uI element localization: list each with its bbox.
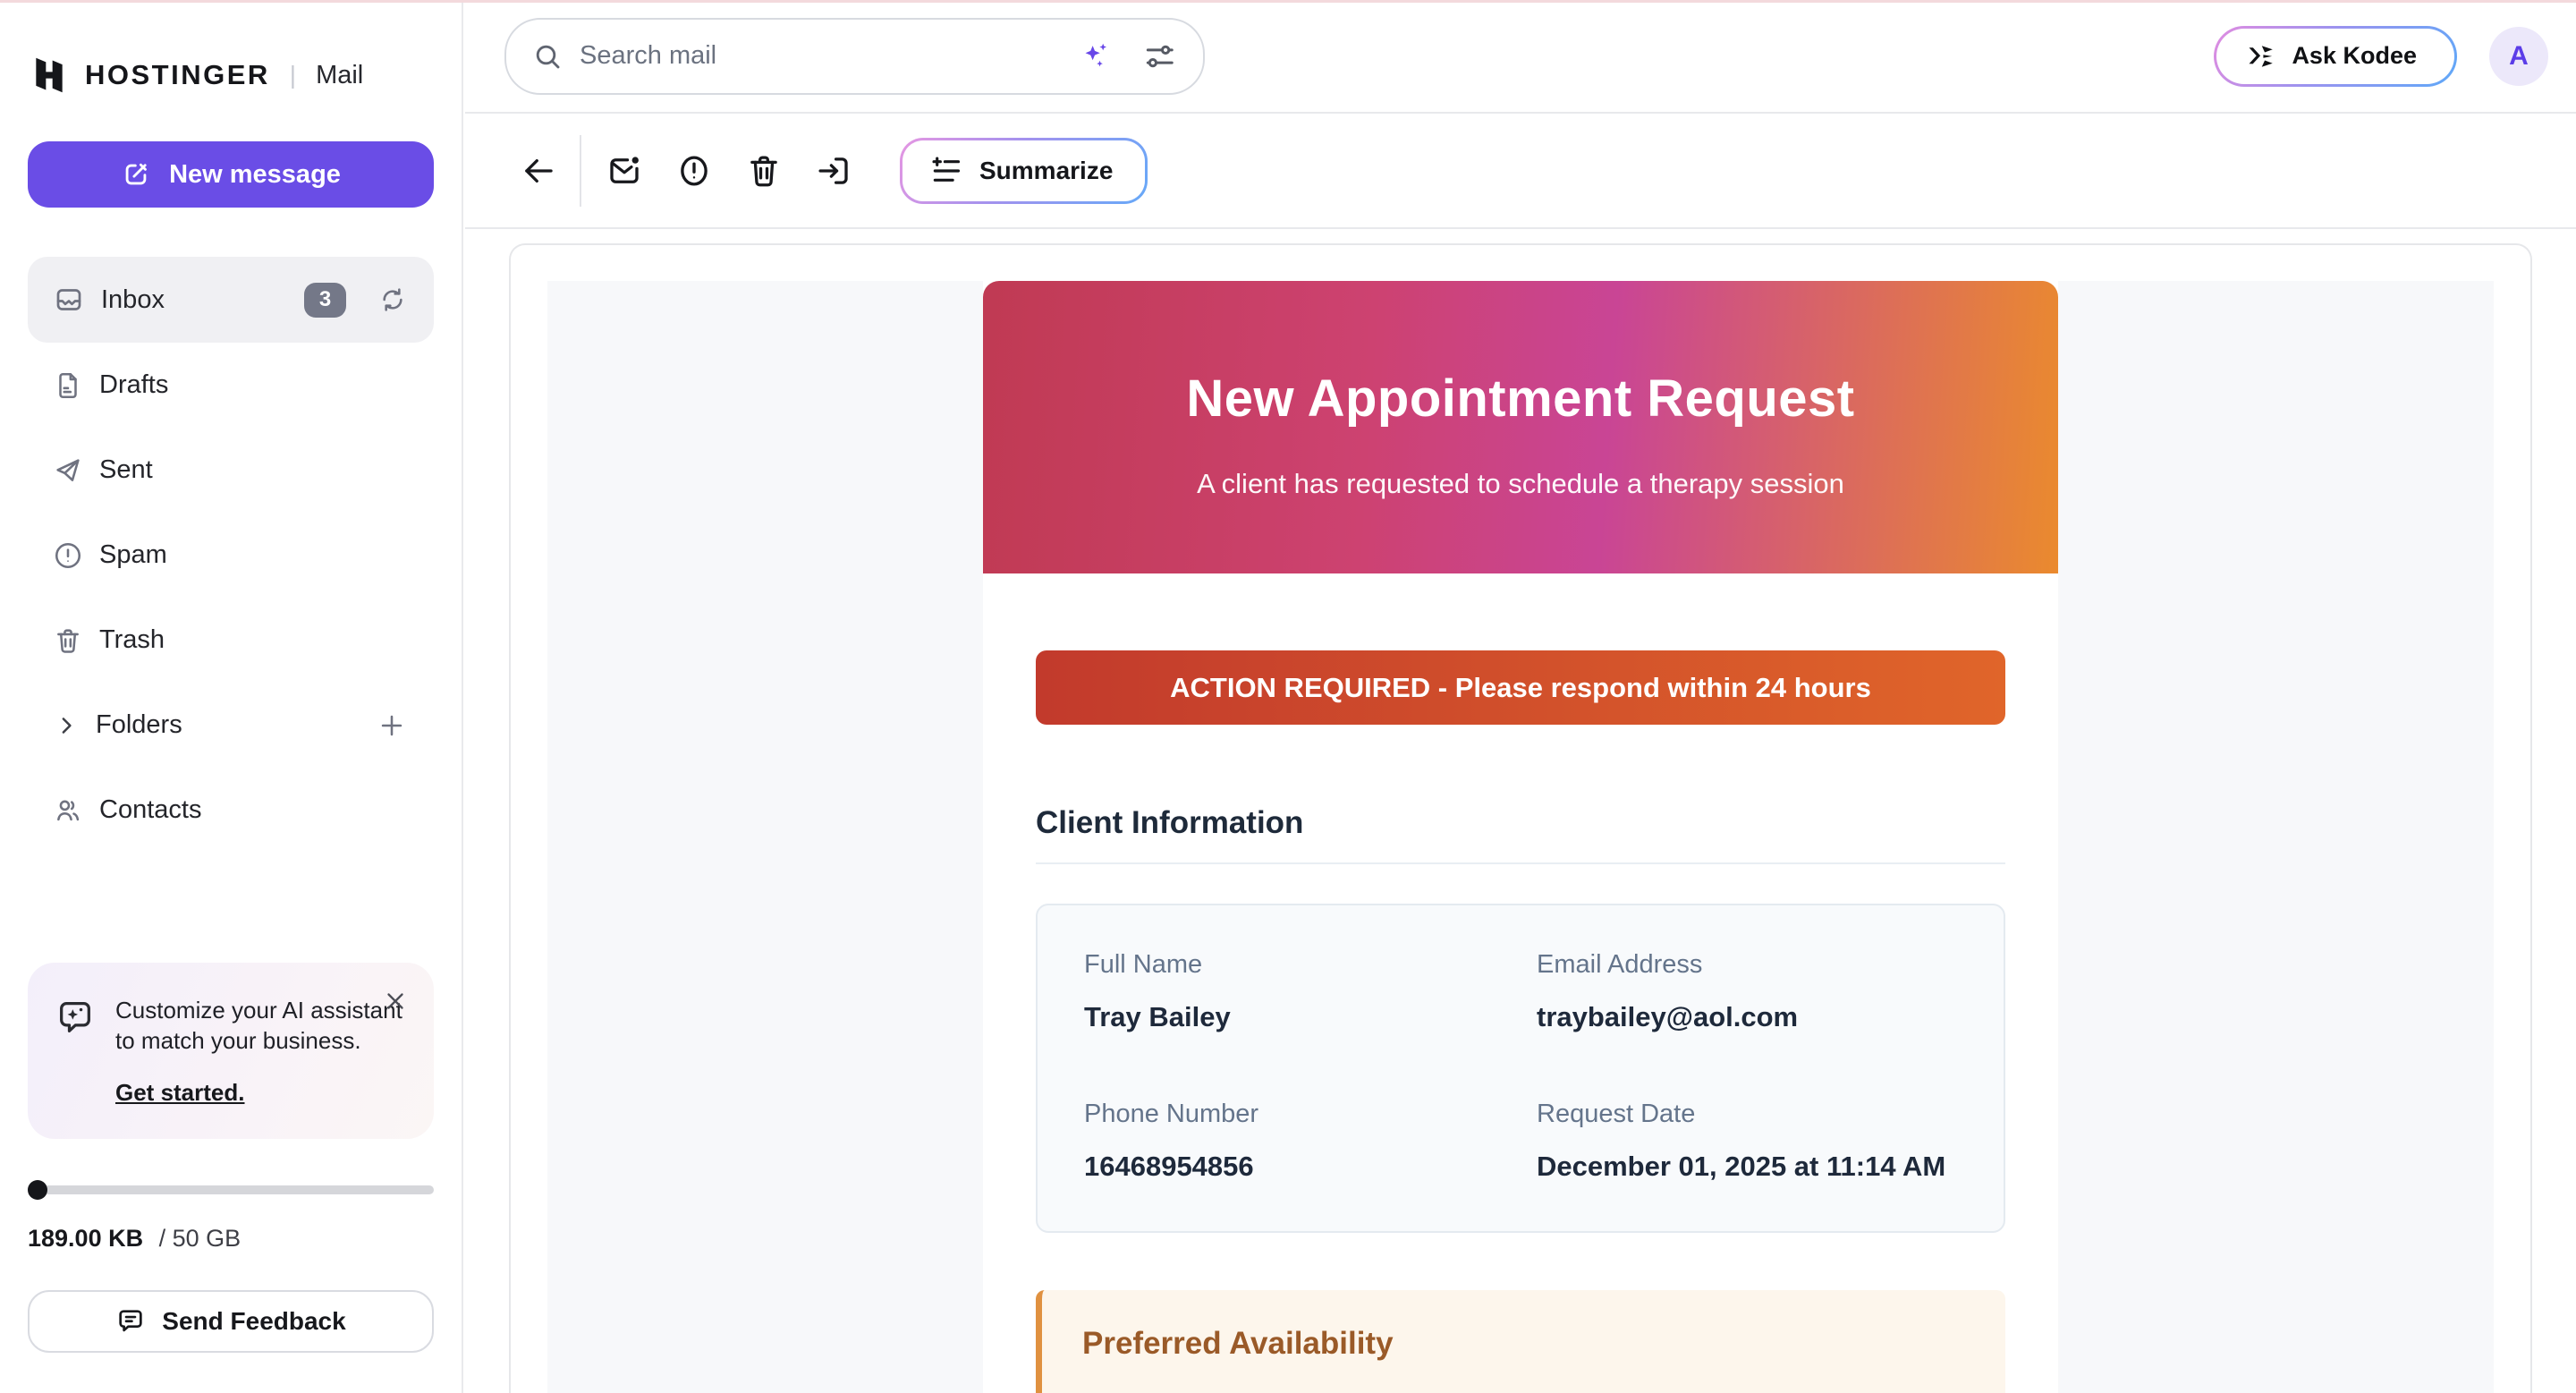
email-body: ACTION REQUIRED - Please respond within … <box>983 573 2058 1393</box>
trash-icon <box>53 625 83 656</box>
field-value: 16468954856 <box>1084 1151 1537 1183</box>
add-folder-icon[interactable] <box>377 710 407 741</box>
preferred-availability-panel: Preferred Availability Dates:Dec 06, 202… <box>1036 1290 2005 1393</box>
ask-kodee-label: Ask Kodee <box>2292 42 2417 70</box>
get-started-link[interactable]: Get started. <box>115 1079 245 1107</box>
sidebar-item-label: Folders <box>96 710 182 740</box>
inbox-icon <box>53 284 85 316</box>
report-spam-button[interactable] <box>674 151 714 191</box>
field-full-name: Full Name Tray Bailey <box>1084 950 1537 1033</box>
field-value: Tray Bailey <box>1084 1001 1537 1033</box>
email-subtitle: A client has requested to schedule a the… <box>983 468 2058 500</box>
inbox-unread-badge: 3 <box>304 283 346 318</box>
ai-sparkles-icon[interactable] <box>1078 39 1112 73</box>
field-label: Request Date <box>1537 1100 1957 1129</box>
sidebar-item-inbox[interactable]: Inbox 3 <box>28 257 434 343</box>
sidebar-item-folders[interactable]: Folders <box>28 683 434 768</box>
field-label: Phone Number <box>1084 1100 1537 1129</box>
document-icon <box>53 370 83 401</box>
hostinger-mail-app: HOSTINGER | Mail New message <box>0 0 2576 1393</box>
sidebar-item-label: Inbox <box>101 285 165 315</box>
main-area: Ask Kodee A <box>465 0 2576 1393</box>
compose-icon <box>121 159 151 190</box>
sidebar-item-contacts[interactable]: Contacts <box>28 768 434 853</box>
field-email-address: Email Address traybailey@aol.com <box>1537 950 1957 1033</box>
client-information-heading: Client Information <box>1036 805 2005 864</box>
field-value: December 01, 2025 at 11:14 AM <box>1537 1151 1957 1183</box>
new-message-label: New message <box>169 160 341 190</box>
sidebar-item-trash[interactable]: Trash <box>28 598 434 683</box>
ai-promo-text: Customize your AI assistant to match you… <box>115 993 403 1056</box>
storage-usage-bar <box>28 1180 434 1200</box>
action-required-banner: ACTION REQUIRED - Please respond within … <box>1036 650 2005 725</box>
sidebar-item-label: Sent <box>99 455 153 485</box>
message-panel: New Appointment Request A client has req… <box>509 243 2532 1393</box>
field-label: Email Address <box>1537 950 1957 980</box>
brand-product: Mail <box>316 61 363 90</box>
client-information-card: Full Name Tray Bailey Email Address tray… <box>1036 904 2005 1233</box>
contacts-icon <box>53 795 83 826</box>
message-toolbar: Summarize <box>465 114 2576 229</box>
mark-unread-button[interactable] <box>605 151 644 191</box>
chevron-right-icon <box>53 712 80 739</box>
sidebar-item-spam[interactable]: Spam <box>28 513 434 598</box>
move-to-folder-button[interactable] <box>814 151 853 191</box>
sidebar-item-sent[interactable]: Sent <box>28 428 434 513</box>
top-accent-line <box>0 0 2576 3</box>
storage-used-dot <box>28 1180 47 1200</box>
sidebar-item-drafts[interactable]: Drafts <box>28 343 434 428</box>
sidebar-item-label: Contacts <box>99 795 201 825</box>
storage-used-value: 189.00 KB <box>28 1225 143 1252</box>
email-scroll-viewport[interactable]: New Appointment Request A client has req… <box>547 281 2494 1393</box>
content-area: New Appointment Request A client has req… <box>465 229 2576 1393</box>
alert-circle-icon <box>53 540 83 571</box>
new-message-button[interactable]: New message <box>28 141 434 208</box>
email-title: New Appointment Request <box>983 369 2058 429</box>
chat-sparkle-icon <box>55 997 96 1107</box>
field-request-date: Request Date December 01, 2025 at 11:14 … <box>1537 1100 1957 1183</box>
storage-total-value: / 50 GB <box>159 1225 242 1252</box>
email-hero-header: New Appointment Request A client has req… <box>983 281 2058 573</box>
logo[interactable]: HOSTINGER | Mail <box>28 55 434 95</box>
storage-track <box>44 1185 434 1194</box>
ai-assistant-promo-card: Customize your AI assistant to match you… <box>28 963 434 1139</box>
close-icon[interactable] <box>382 988 409 1015</box>
sidebar-item-label: Drafts <box>99 370 168 400</box>
search-icon <box>531 40 564 72</box>
storage-usage-text: 189.00 KB / 50 GB <box>28 1225 434 1253</box>
send-feedback-button[interactable]: Send Feedback <box>28 1290 434 1353</box>
email-message: New Appointment Request A client has req… <box>983 281 2058 1393</box>
toolbar-divider <box>580 135 581 207</box>
account-avatar[interactable]: A <box>2489 27 2548 86</box>
search-bar[interactable] <box>504 18 1205 95</box>
field-value: traybailey@aol.com <box>1537 1001 1957 1033</box>
top-header: Ask Kodee A <box>465 0 2576 114</box>
filter-sliders-icon[interactable] <box>1142 39 1176 73</box>
summarize-button[interactable]: Summarize <box>900 138 1148 204</box>
summarize-icon <box>929 154 963 188</box>
kodee-icon <box>2245 40 2277 72</box>
sidebar-bottom: Customize your AI assistant to match you… <box>28 963 434 1353</box>
delete-button[interactable] <box>744 151 784 191</box>
refresh-icon[interactable] <box>378 285 407 314</box>
search-input[interactable] <box>580 41 1062 71</box>
summarize-label: Summarize <box>979 157 1113 185</box>
paper-plane-icon <box>53 455 83 486</box>
field-phone-number: Phone Number 16468954856 <box>1084 1100 1537 1183</box>
sidebar-item-label: Spam <box>99 540 167 570</box>
feedback-bubble-icon <box>115 1306 146 1337</box>
brand-divider: | <box>290 61 296 89</box>
ask-kodee-button[interactable]: Ask Kodee <box>2214 26 2457 87</box>
availability-heading: Preferred Availability <box>1082 1326 1970 1362</box>
field-label: Full Name <box>1084 950 1537 980</box>
send-feedback-label: Send Feedback <box>162 1307 345 1336</box>
sidebar-item-label: Trash <box>99 625 165 655</box>
brand-name: HOSTINGER <box>85 59 270 91</box>
folder-nav: Inbox 3 Drafts <box>28 257 434 853</box>
sidebar: HOSTINGER | Mail New message <box>0 0 463 1393</box>
hostinger-logo-icon <box>30 55 69 95</box>
back-button[interactable] <box>519 151 558 191</box>
